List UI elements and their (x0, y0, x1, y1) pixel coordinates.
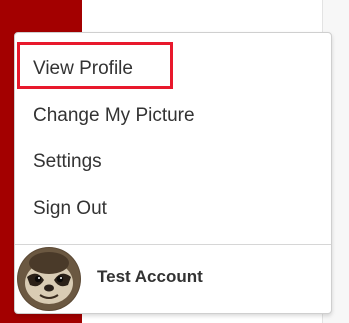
avatar[interactable] (17, 247, 81, 311)
account-name[interactable]: Test Account (97, 267, 203, 287)
menu-item-sign-out[interactable]: Sign Out (33, 197, 107, 221)
account-dropdown-menu: View Profile Change My Picture Settings … (14, 32, 332, 314)
menu-item-view-profile[interactable]: View Profile (33, 57, 133, 81)
menu-item-settings[interactable]: Settings (33, 150, 102, 174)
account-row[interactable]: Test Account (15, 245, 331, 313)
menu-item-change-my-picture[interactable]: Change My Picture (33, 104, 195, 128)
screen: View Profile Change My Picture Settings … (0, 0, 349, 323)
sloth-avatar-icon (17, 247, 81, 311)
